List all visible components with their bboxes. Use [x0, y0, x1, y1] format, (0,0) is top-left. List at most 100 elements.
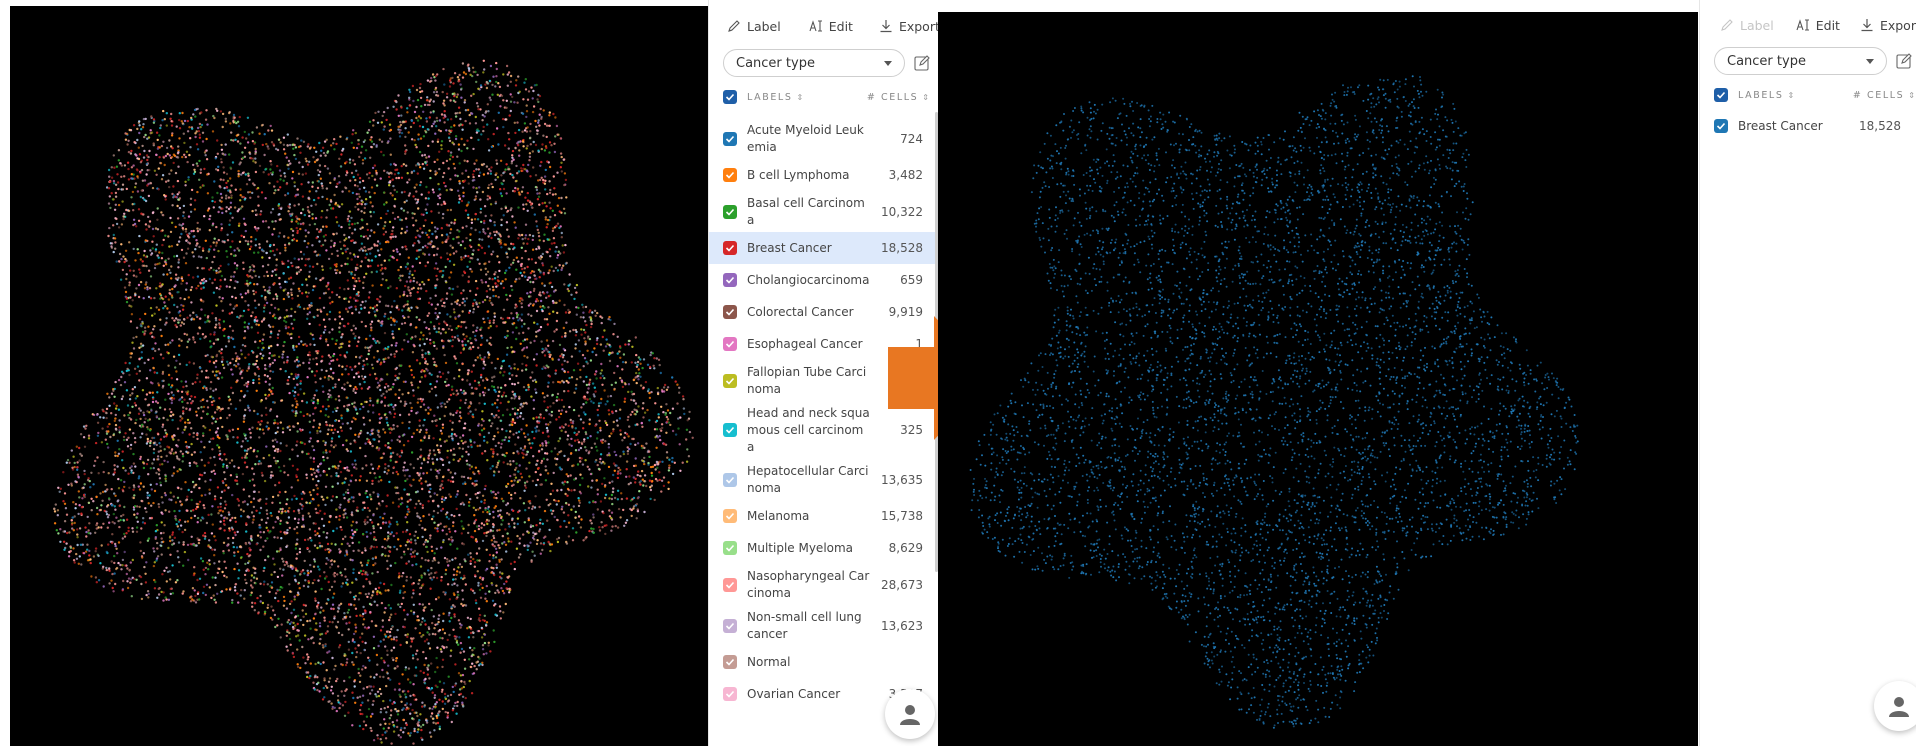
scatter-point: [496, 398, 499, 402]
scatter-point: [210, 513, 213, 516]
scatter-point: [349, 366, 352, 369]
scatter-point: [301, 165, 304, 169]
scatter-point: [441, 328, 444, 331]
scatter-point: [352, 405, 356, 408]
scatter-point: [651, 479, 654, 483]
scatter-point: [471, 173, 475, 176]
scatter-point: [218, 318, 221, 321]
scatter-point: [422, 633, 425, 637]
scatter-point: [594, 460, 597, 463]
scatter-point: [237, 601, 240, 604]
scatter-point: [271, 370, 275, 373]
scatter-point: [336, 182, 339, 185]
scatter-point: [253, 609, 256, 612]
scatter-point: [398, 413, 402, 417]
scatter-point: [394, 659, 398, 663]
scatter-point: [596, 414, 600, 417]
scatter-point: [482, 367, 485, 370]
scatter-point: [208, 268, 211, 271]
scatter-point: [136, 248, 139, 251]
scatter-point: [203, 151, 207, 154]
scatter-point: [327, 548, 331, 551]
scatter-point: [196, 266, 199, 270]
scatter-plot-all-labels[interactable]: [10, 6, 708, 746]
scatter-point: [182, 204, 186, 208]
scatter-point: [688, 430, 692, 434]
scatter-canvas[interactable]: [10, 6, 708, 746]
scatter-point: [413, 549, 417, 553]
scatter-point: [313, 394, 316, 397]
scatter-point: [454, 557, 457, 560]
scatter-point: [470, 94, 473, 98]
scatter-point: [344, 575, 347, 578]
scatter-point: [246, 289, 250, 292]
scatter-point: [126, 143, 129, 146]
scatter-point: [374, 587, 377, 591]
scatter-point: [579, 460, 582, 463]
scatter-point: [596, 449, 599, 452]
scatter-point: [556, 540, 560, 544]
scatter-point: [507, 71, 511, 74]
scatter-point: [497, 459, 501, 463]
scatter-point: [441, 90, 444, 94]
scatter-point: [134, 441, 137, 444]
scatter-point: [307, 257, 311, 261]
scatter-point: [499, 446, 503, 449]
scatter-point: [403, 726, 406, 730]
scatter-point: [508, 294, 512, 297]
scatter-point: [419, 117, 423, 120]
scatter-point: [485, 534, 488, 538]
scatter-point: [128, 373, 131, 377]
scatter-point: [510, 284, 513, 288]
scatter-point: [77, 490, 81, 493]
scatter-point: [278, 252, 282, 255]
scatter-point: [247, 174, 250, 177]
scatter-point: [439, 193, 442, 196]
scatter-point: [486, 295, 489, 298]
scatter-point: [443, 498, 446, 502]
scatter-point: [265, 502, 268, 505]
scatter-point: [599, 457, 602, 461]
scatter-point: [402, 209, 406, 212]
scatter-point: [529, 302, 532, 305]
scatter-point: [645, 484, 648, 488]
scatter-point: [441, 637, 444, 640]
scatter-point: [313, 560, 317, 563]
scatter-point: [190, 442, 193, 446]
scatter-point: [440, 690, 444, 693]
scatter-point: [140, 356, 143, 359]
scatter-point: [249, 431, 252, 435]
scatter-point: [523, 81, 526, 84]
scatter-point: [428, 229, 431, 232]
scatter-point: [82, 436, 86, 439]
scatter-point: [154, 227, 158, 230]
scatter-point: [336, 573, 339, 576]
scatter-point: [368, 403, 371, 407]
scatter-point: [409, 541, 413, 544]
scatter-point: [262, 569, 265, 573]
scatter-point: [252, 251, 256, 254]
scatter-point: [436, 119, 439, 123]
scatter-point: [152, 501, 155, 505]
scatter-point: [216, 506, 220, 509]
scatter-point: [469, 617, 472, 621]
scatter-point: [598, 526, 601, 529]
scatter-point: [239, 349, 243, 352]
scatter-point: [441, 426, 445, 429]
scatter-point: [308, 147, 312, 150]
scatter-point: [622, 353, 626, 356]
scatter-point: [349, 252, 352, 255]
scatter-point: [671, 460, 674, 463]
scatter-point: [478, 472, 481, 475]
scatter-point: [300, 340, 303, 343]
scatter-point: [435, 424, 438, 427]
scatter-point: [159, 532, 163, 535]
scatter-point: [320, 545, 324, 548]
scatter-point: [312, 641, 315, 645]
scatter-point: [292, 377, 295, 381]
scatter-point: [363, 380, 366, 384]
scatter-point: [532, 140, 535, 144]
scatter-point: [68, 461, 71, 464]
scatter-point: [550, 265, 553, 268]
scatter-point: [550, 450, 553, 453]
